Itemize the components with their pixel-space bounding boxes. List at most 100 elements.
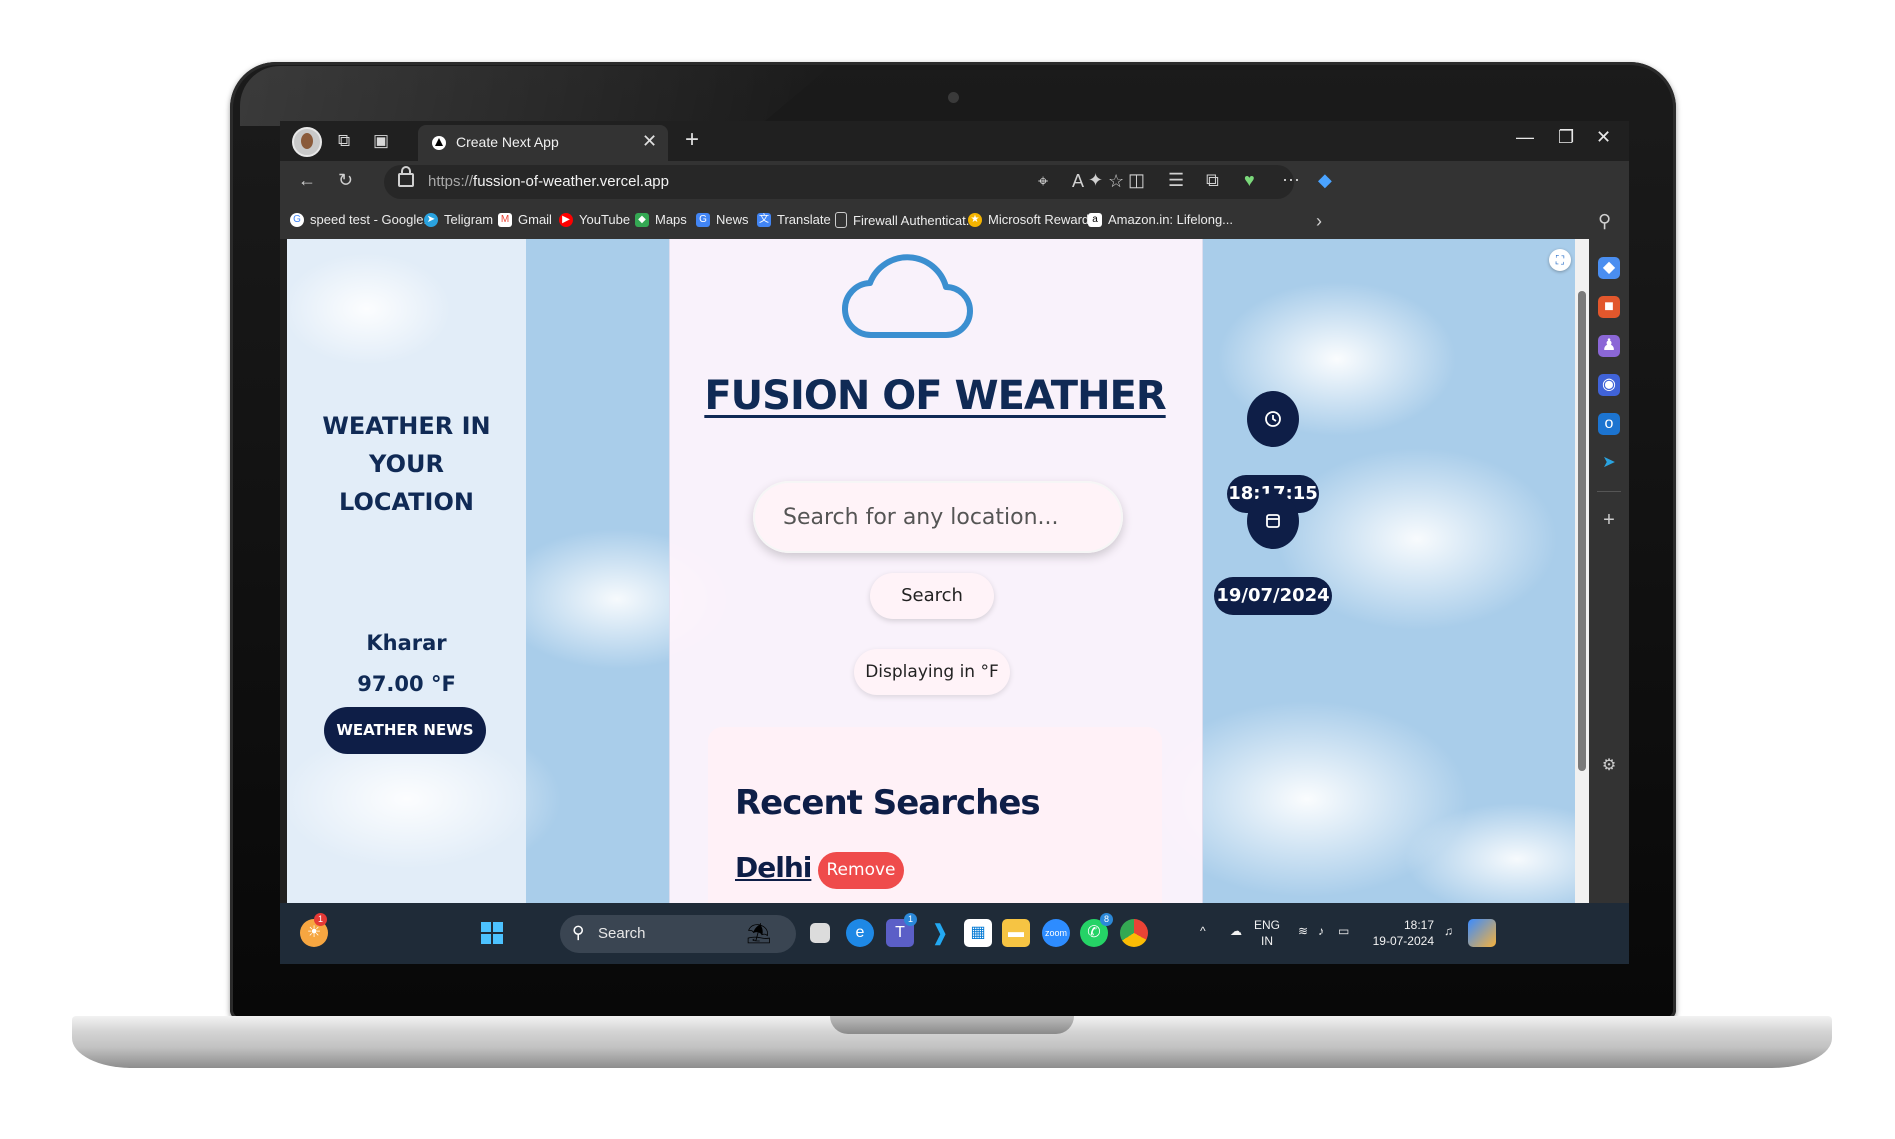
laptop-screen: ⧉ ▣ Create Next App ✕ + — ❐ ✕ ← ↻ https:… (280, 121, 1629, 964)
games-icon[interactable]: ♟ (1598, 335, 1620, 357)
calendar-button (1247, 493, 1299, 549)
shopping-tag-icon[interactable]: ◆ (1598, 257, 1620, 279)
profile-avatar[interactable] (292, 127, 322, 157)
amazon-icon: a (1088, 212, 1102, 227)
page-scrollbar[interactable] (1575, 239, 1589, 903)
tools-icon[interactable]: ■ (1598, 296, 1620, 318)
refresh-icon[interactable]: ↻ (338, 170, 353, 191)
fav-telegram[interactable]: ➤ Teligram (424, 212, 493, 227)
telegram-icon: ➤ (424, 212, 438, 227)
address-toolbar: ← ↻ https://fussion-of-weather.vercel.ap… (280, 161, 1629, 203)
notifications-icon[interactable]: ♫ (1444, 923, 1453, 939)
app-title: FUSION OF WEATHER (704, 373, 1166, 419)
battery-icon[interactable]: ▭ (1338, 923, 1349, 939)
restore-icon[interactable]: ❐ (1558, 127, 1574, 148)
browser-essentials-icon[interactable]: ♥ (1244, 170, 1255, 191)
widgets-badge: 1 (314, 913, 327, 926)
read-aloud-icon[interactable]: A (1072, 171, 1084, 192)
zoom-icon[interactable]: zoom (1042, 919, 1070, 947)
language-indicator[interactable]: ENG IN (1252, 917, 1282, 949)
address-bar[interactable]: https://fussion-of-weather.vercel.app ⌖ … (384, 165, 1294, 199)
nextjs-favicon-icon (432, 136, 446, 150)
page-icon (835, 212, 847, 228)
fav-maps[interactable]: ◆ Maps (635, 212, 687, 227)
edge-icon[interactable]: e (846, 919, 874, 947)
location-icon[interactable]: ⌖ (1038, 171, 1048, 192)
clock-button (1247, 391, 1299, 447)
taskbar-search-label: Search (598, 925, 646, 942)
taskbar-search[interactable]: ⚲ Search ⛱ (560, 915, 796, 953)
system-clock[interactable]: 18:17 19-07-2024 (1360, 917, 1434, 949)
tab-active[interactable]: Create Next App ✕ (418, 125, 668, 161)
fav-gmail[interactable]: M Gmail (498, 212, 552, 227)
favorites-icon[interactable]: ☰ (1168, 170, 1184, 191)
taskbar-search-icon: ⚲ (572, 923, 585, 942)
copilot-icon[interactable]: ◆ (1318, 170, 1332, 191)
windows-taskbar: ☀ 1 ⚲ Search ⛱ e T 1 ❱ ▦ ▬ zoom ✆ 8 ^ ☁ … (280, 903, 1629, 964)
onedrive-icon[interactable]: ☁ (1230, 923, 1242, 939)
clock-icon (1265, 411, 1281, 427)
calendar-icon (1266, 514, 1280, 528)
tray-overflow-icon[interactable]: ^ (1200, 923, 1206, 939)
translate-icon: 文 (757, 212, 771, 227)
lock-icon[interactable] (398, 166, 414, 187)
lid-glare (240, 66, 830, 126)
copilot-sidebar-icon[interactable]: ◉ (1598, 374, 1620, 396)
recent-searches-heading: Recent Searches (735, 783, 1041, 823)
unit-toggle-button[interactable]: Displaying in °F (854, 649, 1010, 695)
collections-icon[interactable]: ⧉ (1206, 170, 1219, 191)
location-temperature: 97.00 °F (357, 672, 456, 696)
favorites-overflow-icon[interactable]: › (1316, 211, 1322, 232)
google-icon: G (290, 212, 304, 227)
tab-actions-icon[interactable]: ▣ (373, 131, 389, 151)
store-icon[interactable]: ▦ (964, 919, 992, 947)
remove-recent-button[interactable]: Remove (818, 852, 904, 889)
search-button[interactable]: Search (870, 573, 994, 619)
fav-rewards[interactable]: ★ Microsoft Rewards (968, 212, 1096, 227)
split-screen-icon[interactable]: ◫ (1128, 170, 1145, 191)
visual-search-icon[interactable]: ⛶ (1549, 249, 1571, 271)
location-heading: WEATHER IN YOUR LOCATION (322, 412, 491, 516)
new-tab-icon[interactable]: + (685, 126, 699, 154)
task-view-icon[interactable] (810, 923, 830, 943)
whatsapp-badge: 8 (1100, 913, 1113, 926)
location-search-input[interactable] (753, 481, 1123, 553)
web-page: WEATHER IN YOUR LOCATION Kharar 97.00 °F… (287, 239, 1589, 903)
vscode-icon[interactable]: ❱ (926, 919, 954, 947)
url-text[interactable]: https://fussion-of-weather.vercel.app (428, 173, 669, 190)
tab-close-icon[interactable]: ✕ (642, 131, 657, 152)
left-panel (287, 239, 526, 903)
minimize-icon[interactable]: — (1516, 127, 1534, 148)
windows-logo-icon (481, 922, 503, 944)
copilot-taskbar-icon[interactable] (1468, 919, 1496, 947)
fav-translate[interactable]: 文 Translate (757, 212, 831, 227)
more-menu-icon[interactable]: ⋯ (1282, 170, 1300, 191)
volume-icon[interactable]: ♪ (1318, 923, 1324, 939)
fav-firewall[interactable]: Firewall Authenticat... (835, 212, 977, 228)
back-icon[interactable]: ← (298, 170, 316, 191)
fav-news[interactable]: G News (696, 212, 749, 227)
weather-news-button[interactable]: WEATHER NEWS (324, 707, 486, 754)
extensions-icon[interactable]: ✦ (1088, 170, 1103, 191)
sidebar-settings-icon[interactable]: ⚙ (1598, 755, 1620, 777)
add-sidebar-icon[interactable]: + (1598, 509, 1620, 531)
scrollbar-thumb[interactable] (1578, 291, 1586, 771)
fav-amazon[interactable]: a Amazon.in: Lifelong... (1088, 212, 1233, 227)
fav-youtube[interactable]: ▶ YouTube (559, 212, 630, 227)
send-icon[interactable]: ➤ (1598, 452, 1620, 474)
start-button[interactable] (478, 919, 506, 947)
sidebar-search-icon[interactable]: ⚲ (1598, 211, 1611, 232)
fav-speed-test[interactable]: Gspeed test - Google... (290, 212, 434, 227)
file-explorer-icon[interactable]: ▬ (1002, 919, 1030, 947)
favorites-bar: Gspeed test - Google... ➤ Teligram M Gmail… (280, 203, 1629, 239)
workspaces-icon[interactable]: ⧉ (338, 131, 350, 151)
youtube-icon: ▶ (559, 212, 573, 227)
wifi-icon[interactable]: ≋ (1298, 923, 1308, 939)
outlook-icon[interactable]: o (1598, 413, 1620, 435)
rewards-icon: ★ (968, 212, 982, 227)
tab-title: Create Next App (456, 134, 559, 150)
favorite-star-icon[interactable]: ☆ (1108, 171, 1124, 192)
window-close-icon[interactable]: ✕ (1596, 127, 1611, 148)
recent-search-city[interactable]: Delhi (735, 851, 812, 884)
chrome-icon[interactable] (1120, 919, 1148, 947)
